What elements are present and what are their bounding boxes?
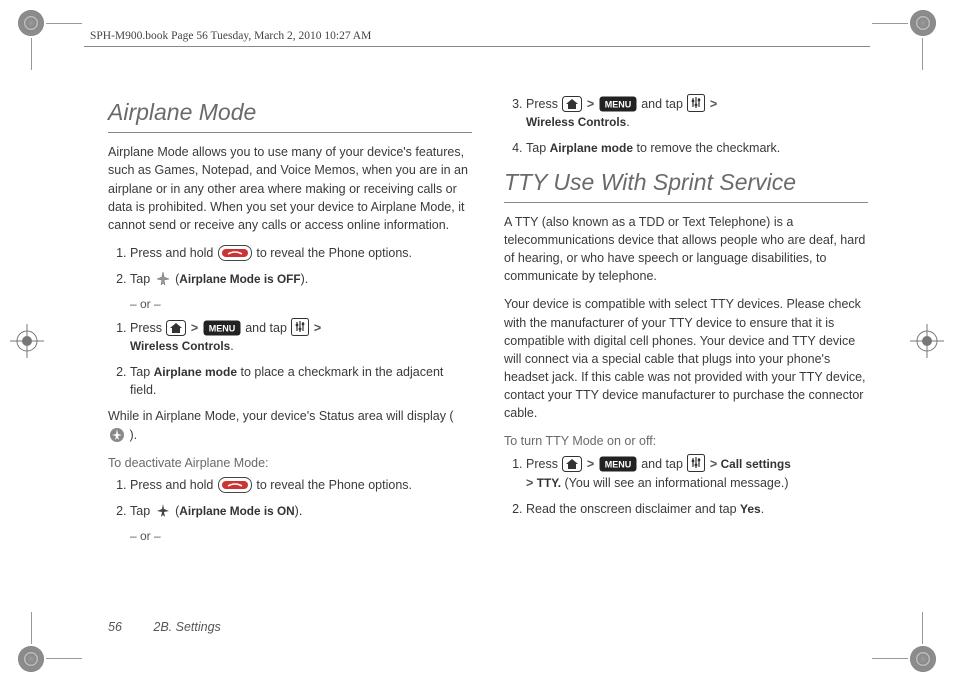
crop-line — [31, 612, 32, 644]
svg-text:MENU: MENU — [604, 100, 631, 110]
steps-a: Press and hold to reveal the Phone optio… — [108, 244, 472, 288]
crop-mark-bl — [18, 646, 44, 672]
section-label: 2B. Settings — [153, 620, 220, 634]
crop-mark-br — [910, 646, 936, 672]
step-a1: Press and hold to reveal the Phone optio… — [130, 244, 472, 262]
step-b2: Tap Airplane mode to place a checkmark i… — [130, 363, 472, 400]
status-note: While in Airplane Mode, your device's St… — [108, 407, 472, 443]
svg-text:MENU: MENU — [208, 323, 235, 333]
step-a2: Tap (Airplane Mode is OFF). — [130, 270, 472, 288]
steps-top-right: Press > MENU and tap > Wireless Controls… — [504, 94, 868, 158]
registration-target-right — [910, 324, 944, 358]
menu-icon: MENU — [599, 456, 637, 472]
menu-icon: MENU — [599, 96, 637, 112]
settings-icon — [687, 454, 705, 472]
crop-mark-tr — [910, 10, 936, 36]
tty-step1: Press > MENU and tap > Call settings > T… — [526, 454, 868, 491]
crop-line — [922, 612, 923, 644]
or-divider: – or – — [130, 296, 472, 313]
airplane-status-icon — [109, 427, 125, 443]
page-content: Airplane Mode Airplane Mode allows you t… — [108, 90, 868, 612]
crop-line — [922, 38, 923, 70]
settings-icon — [291, 318, 309, 336]
step-r4: Tap Airplane mode to remove the checkmar… — [526, 139, 868, 157]
registration-target-left — [10, 324, 44, 358]
home-icon — [562, 96, 582, 112]
header-divider — [84, 46, 870, 47]
page-runner: SPH-M900.book Page 56 Tuesday, March 2, … — [90, 30, 371, 42]
home-icon — [166, 320, 186, 336]
section-heading-tty: TTY Use With Sprint Service — [504, 166, 868, 203]
airplane-on-icon — [155, 503, 171, 519]
end-call-key-icon — [218, 477, 252, 493]
steps-c: Press and hold to reveal the Phone optio… — [108, 476, 472, 520]
step-c2: Tap (Airplane Mode is ON). — [130, 502, 472, 520]
step-r3: Press > MENU and tap > Wireless Controls… — [526, 94, 868, 131]
tty-step2: Read the onscreen disclaimer and tap Yes… — [526, 500, 868, 518]
crop-mark-tl — [18, 10, 44, 36]
step-c1: Press and hold to reveal the Phone optio… — [130, 476, 472, 494]
crop-line — [46, 658, 82, 659]
airplane-intro: Airplane Mode allows you to use many of … — [108, 143, 472, 234]
page-footer: 56 2B. Settings — [108, 620, 221, 634]
section-heading-airplane: Airplane Mode — [108, 96, 472, 133]
tty-p1: A TTY (also known as a TDD or Text Telep… — [504, 213, 868, 286]
crop-line — [31, 38, 32, 70]
step-b1: Press > MENU and tap > Wireless Controls… — [130, 318, 472, 355]
deactivate-heading: To deactivate Airplane Mode: — [108, 454, 472, 472]
tty-sub: To turn TTY Mode on or off: — [504, 432, 868, 450]
airplane-off-icon — [155, 271, 171, 287]
menu-icon: MENU — [203, 320, 241, 336]
steps-b: Press > MENU and tap > Wireless Controls… — [108, 318, 472, 400]
tty-steps: Press > MENU and tap > Call settings > T… — [504, 454, 868, 518]
right-column: Press > MENU and tap > Wireless Controls… — [504, 90, 868, 612]
page-number: 56 — [108, 620, 122, 634]
home-icon — [562, 456, 582, 472]
tty-p2: Your device is compatible with select TT… — [504, 295, 868, 422]
end-call-key-icon — [218, 245, 252, 261]
left-column: Airplane Mode Airplane Mode allows you t… — [108, 90, 472, 612]
settings-icon — [687, 94, 705, 112]
crop-line — [46, 23, 82, 24]
svg-text:MENU: MENU — [604, 460, 631, 470]
crop-line — [872, 658, 908, 659]
crop-line — [872, 23, 908, 24]
or-divider-2: – or – — [130, 528, 472, 545]
